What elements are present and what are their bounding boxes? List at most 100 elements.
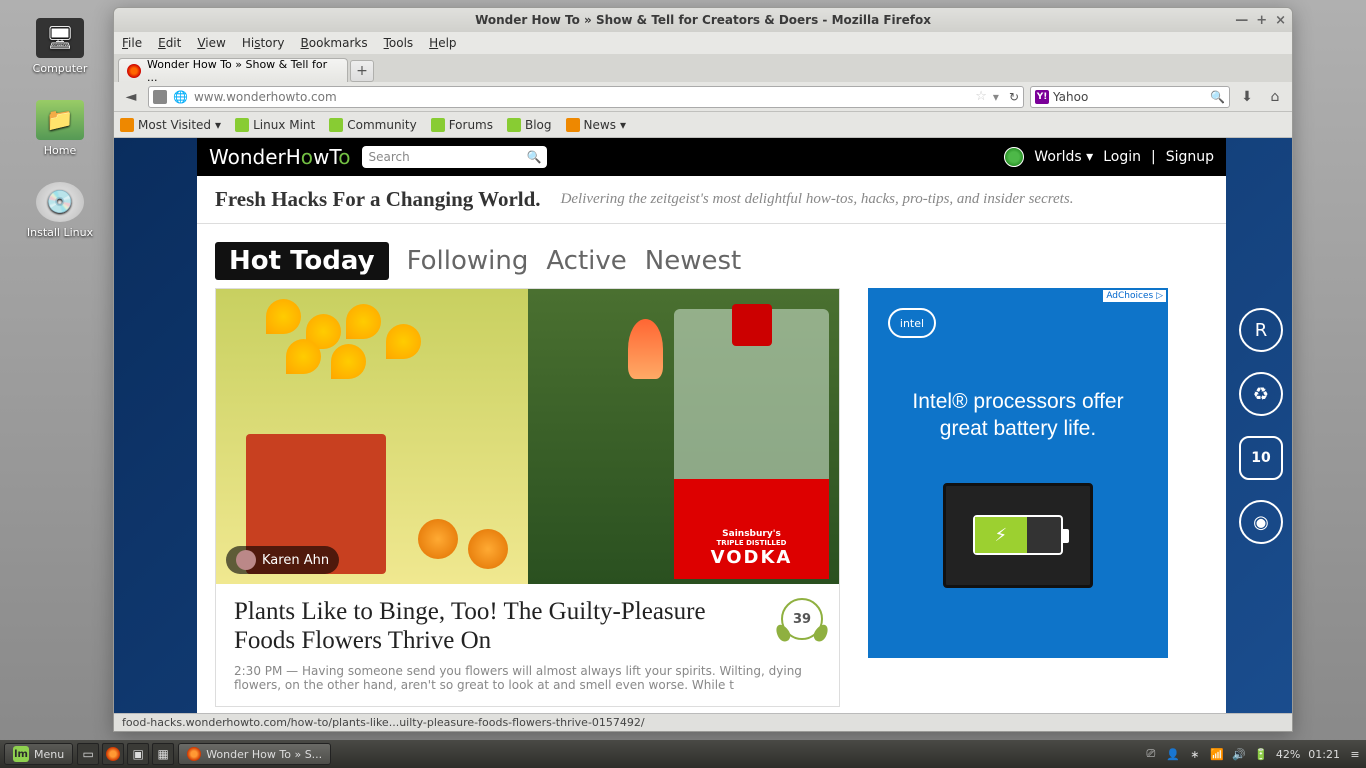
battery-percent: 42% (1276, 748, 1300, 761)
tab-label: Wonder How To » Show & Tell for ... (147, 58, 339, 84)
article-area: Sainsbury's TRIPLE DISTILLED VODKA Karen… (197, 288, 1226, 707)
browser-tab[interactable]: Wonder How To » Show & Tell for ... (118, 58, 348, 82)
downloads-button[interactable]: ⬇ (1236, 86, 1258, 108)
tagline-sub: Delivering the zeitgeist's most delightf… (561, 191, 1074, 208)
globe-icon (1004, 147, 1024, 167)
bookmark-news[interactable]: News▾ (566, 118, 626, 132)
login-link[interactable]: Login (1103, 149, 1141, 165)
mint-logo-icon: lm (13, 746, 29, 762)
tab-following[interactable]: Following (407, 246, 529, 276)
clock[interactable]: 01:21 (1308, 748, 1340, 761)
monitor-icon: 🖥 (36, 18, 84, 58)
tray-battery-icon[interactable]: 🔋 (1254, 747, 1268, 761)
article-card[interactable]: Sainsbury's TRIPLE DISTILLED VODKA Karen… (215, 288, 840, 707)
site-logo[interactable]: WonderHowTo (209, 145, 350, 170)
tagline-bar: Fresh Hacks For a Changing World. Delive… (197, 176, 1226, 224)
minimize-button[interactable]: — (1235, 13, 1248, 28)
bookmark-star-icon[interactable]: ☆ (975, 89, 987, 104)
page-viewport: R ♻ 10 ◉ WonderHowTo Search 🔍 Worlds ▾ L… (114, 138, 1292, 731)
desktop-icon-label: Computer (20, 62, 100, 75)
tray-volume-icon[interactable]: 🔊 (1232, 747, 1246, 761)
article-meta: 2:30 PM — Having someone send you flower… (234, 664, 821, 692)
taskbar-window-button[interactable]: Wonder How To » S... (178, 743, 331, 765)
author-name: Karen Ahn (262, 553, 329, 568)
adchoices-label[interactable]: AdChoices ▷ (1103, 290, 1166, 302)
home-button[interactable]: ⌂ (1264, 86, 1286, 108)
new-tab-button[interactable]: + (350, 60, 374, 82)
site-header: WonderHowTo Search 🔍 Worlds ▾ Login | Si… (197, 138, 1226, 176)
ad-box[interactable]: AdChoices ▷ intel Intel® processors offe… (868, 288, 1168, 658)
search-engine-label: Yahoo (1053, 90, 1088, 104)
menu-help[interactable]: Help (429, 36, 456, 50)
bookmark-forums[interactable]: Forums (431, 118, 493, 132)
bookmark-linux-mint[interactable]: Linux Mint (235, 118, 315, 132)
firefox-launcher[interactable] (102, 743, 124, 765)
firefox-icon (187, 747, 201, 761)
disc-icon: 💿 (36, 182, 84, 222)
page-content: WonderHowTo Search 🔍 Worlds ▾ Login | Si… (197, 138, 1226, 731)
article-hero-image: Sainsbury's TRIPLE DISTILLED VODKA Karen… (216, 289, 839, 584)
search-placeholder: Search (368, 150, 409, 164)
tray-bluetooth-icon[interactable]: ∗ (1188, 747, 1202, 761)
side-badge-r[interactable]: R (1239, 308, 1283, 352)
files-launcher[interactable]: ▦ (152, 743, 174, 765)
tab-newest[interactable]: Newest (645, 246, 741, 276)
tabbar: Wonder How To » Show & Tell for ... + (114, 54, 1292, 82)
tray-user-icon[interactable]: 👤 (1166, 747, 1180, 761)
menu-history[interactable]: History (242, 36, 285, 50)
article-title: Plants Like to Binge, Too! The Guilty-Pl… (234, 598, 821, 656)
searchbar[interactable]: Y! Yahoo 🔍 (1030, 86, 1230, 108)
urlbar[interactable]: 🌐 www.wonderhowto.com ☆ ▾ ↻ (148, 86, 1024, 108)
start-menu-button[interactable]: lm Menu (4, 743, 73, 765)
close-button[interactable]: × (1275, 13, 1286, 28)
desktop-icon-label: Install Linux (20, 226, 100, 239)
yahoo-icon: Y! (1035, 90, 1049, 104)
firefox-window: Wonder How To » Show & Tell for Creators… (113, 7, 1293, 732)
tray-updates-icon[interactable]: ⎚ (1144, 747, 1158, 761)
count-badge: 39 (781, 598, 823, 640)
tab-hot-today[interactable]: Hot Today (215, 242, 389, 280)
desktop-icon-home[interactable]: 📁 Home (20, 100, 100, 157)
side-badge-10[interactable]: 10 (1239, 436, 1283, 480)
navbar: ◄ 🌐 www.wonderhowto.com ☆ ▾ ↻ Y! Yahoo 🔍… (114, 82, 1292, 112)
menu-tools[interactable]: Tools (384, 36, 414, 50)
favicon-icon (127, 64, 141, 78)
bookmark-most-visited[interactable]: Most Visited▾ (120, 118, 221, 132)
search-icon: 🔍 (527, 150, 542, 164)
desktop-icon-install[interactable]: 💿 Install Linux (20, 182, 100, 239)
url-text: www.wonderhowto.com (194, 90, 337, 104)
tab-active[interactable]: Active (546, 246, 626, 276)
side-badge-refresh[interactable]: ♻ (1239, 372, 1283, 416)
maximize-button[interactable]: + (1256, 13, 1267, 28)
site-search[interactable]: Search 🔍 (362, 146, 547, 168)
identity-icon (153, 90, 167, 104)
side-badges: R ♻ 10 ◉ (1230, 308, 1292, 544)
menu-view[interactable]: View (197, 36, 225, 50)
menubar: File Edit View History Bookmarks Tools H… (114, 32, 1292, 54)
back-button[interactable]: ◄ (120, 86, 142, 108)
menu-file[interactable]: File (122, 36, 142, 50)
folder-icon: 📁 (36, 100, 84, 140)
window-title: Wonder How To » Show & Tell for Creators… (475, 13, 931, 27)
bookmark-community[interactable]: Community (329, 118, 416, 132)
side-badge-eye[interactable]: ◉ (1239, 500, 1283, 544)
reload-button[interactable]: ↻ (1009, 90, 1019, 104)
desktop-icon-computer[interactable]: 🖥 Computer (20, 18, 100, 75)
intel-logo: intel (888, 308, 936, 338)
terminal-launcher[interactable]: ▣ (127, 743, 149, 765)
show-desktop-button[interactable]: ▭ (77, 743, 99, 765)
menu-edit[interactable]: Edit (158, 36, 181, 50)
tray-menu-icon[interactable]: ≡ (1348, 747, 1362, 761)
bookmark-blog[interactable]: Blog (507, 118, 552, 132)
search-icon[interactable]: 🔍 (1210, 90, 1225, 104)
worlds-dropdown[interactable]: Worlds ▾ (1034, 149, 1093, 165)
tray-wifi-icon[interactable]: 📶 (1210, 747, 1224, 761)
avatar (236, 550, 256, 570)
titlebar[interactable]: Wonder How To » Show & Tell for Creators… (114, 8, 1292, 32)
desktop-icon-label: Home (20, 144, 100, 157)
author-badge[interactable]: Karen Ahn (226, 546, 339, 574)
menu-bookmarks[interactable]: Bookmarks (301, 36, 368, 50)
bookmarks-toolbar: Most Visited▾ Linux Mint Community Forum… (114, 112, 1292, 138)
tagline-main: Fresh Hacks For a Changing World. (215, 187, 541, 212)
signup-link[interactable]: Signup (1166, 149, 1214, 165)
